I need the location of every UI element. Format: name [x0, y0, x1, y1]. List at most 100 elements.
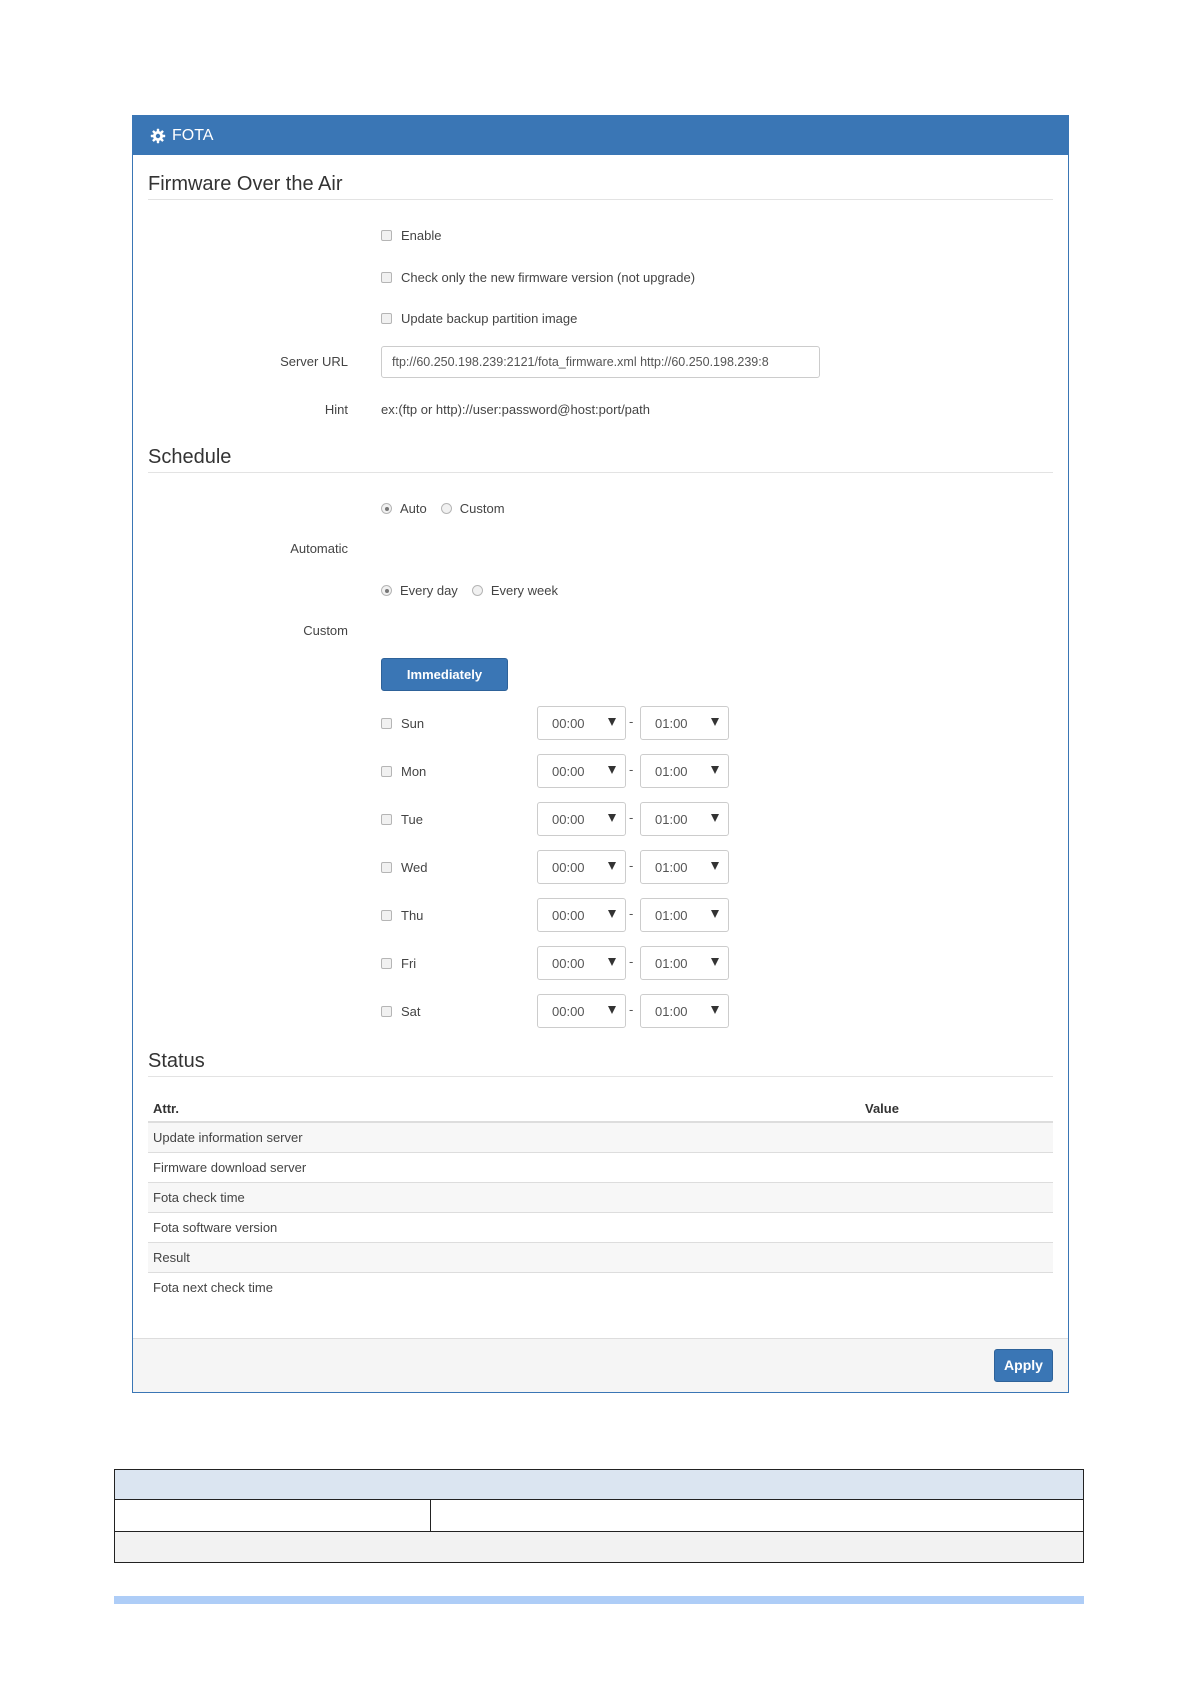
end-time-select[interactable]: 01:00 — [640, 946, 729, 980]
sat-checkbox[interactable]: Sat — [381, 994, 421, 1028]
every-day-radio[interactable] — [381, 585, 392, 596]
start-time-select[interactable]: 00:00 — [537, 706, 626, 740]
day-label: Sat — [401, 1003, 421, 1019]
day-row-thu: Thu 00:00 - 01:00 — [381, 898, 741, 932]
range-separator: - — [629, 762, 634, 777]
status-table: Attr. Value Update information server Fi… — [148, 1093, 1053, 1303]
day-row-wed: Wed 00:00 - 01:00 — [381, 850, 741, 884]
wed-checkbox[interactable]: Wed — [381, 850, 428, 884]
check-only-label: Check only the new firmware version (not… — [401, 270, 696, 285]
enable-checkbox[interactable]: Enable — [381, 228, 441, 243]
end-time-select[interactable]: 01:00 — [640, 754, 729, 788]
checkbox-box[interactable] — [381, 765, 392, 777]
day-label: Tue — [401, 811, 423, 827]
caret-down-icon — [711, 958, 719, 966]
section-divider — [148, 199, 1053, 200]
day-label: Sun — [401, 715, 425, 731]
end-time-value: 01:00 — [655, 1003, 688, 1019]
end-time-select[interactable]: 01:00 — [640, 802, 729, 836]
range-separator: - — [629, 954, 634, 969]
auto-label: Auto — [400, 501, 427, 516]
end-time-select[interactable]: 01:00 — [640, 898, 729, 932]
start-time-value: 00:00 — [552, 715, 585, 731]
backup-partition-label: Update backup partition image — [401, 311, 578, 326]
panel-footer: Apply — [133, 1338, 1068, 1392]
checkbox-box[interactable] — [381, 1005, 392, 1017]
schedule-section-title: Schedule — [148, 446, 232, 468]
caret-down-icon — [608, 814, 616, 822]
caret-down-icon — [711, 910, 719, 918]
day-row-sat: Sat 00:00 - 01:00 — [381, 994, 741, 1028]
start-time-select[interactable]: 00:00 — [537, 850, 626, 884]
table-row: Result — [148, 1243, 1053, 1273]
checkbox-box[interactable] — [381, 957, 392, 969]
caret-down-icon — [608, 1006, 616, 1014]
sun-checkbox[interactable]: Sun — [381, 706, 424, 740]
caret-down-icon — [711, 718, 719, 726]
day-row-fri: Fri 00:00 - 01:00 — [381, 946, 741, 980]
row-attr: Update information server — [153, 1130, 303, 1145]
checkbox-box[interactable] — [381, 861, 392, 873]
start-time-select[interactable]: 00:00 — [537, 994, 626, 1028]
custom-row-label: Custom — [303, 623, 348, 638]
day-row-tue: Tue 00:00 - 01:00 — [381, 802, 741, 836]
start-time-select[interactable]: 00:00 — [537, 946, 626, 980]
auto-radio[interactable] — [381, 503, 392, 514]
range-separator: - — [629, 714, 634, 729]
end-time-value: 01:00 — [655, 811, 688, 827]
fri-checkbox[interactable]: Fri — [381, 946, 416, 980]
checkbox-box[interactable] — [381, 717, 392, 729]
start-time-select[interactable]: 00:00 — [537, 754, 626, 788]
every-day-label: Every day — [400, 583, 458, 598]
thu-checkbox[interactable]: Thu — [381, 898, 423, 932]
end-time-select[interactable]: 01:00 — [640, 994, 729, 1028]
caret-down-icon — [711, 1006, 719, 1014]
day-row-sun: Sun 00:00 - 01:00 — [381, 706, 741, 740]
end-time-select[interactable]: 01:00 — [640, 850, 729, 884]
end-time-select[interactable]: 01:00 — [640, 706, 729, 740]
table-header-row — [115, 1470, 1083, 1500]
caret-down-icon — [608, 766, 616, 774]
frequency-group: Every day Every week — [381, 583, 558, 598]
row-attr: Fota next check time — [153, 1280, 273, 1295]
start-time-select[interactable]: 00:00 — [537, 898, 626, 932]
checkbox-box[interactable] — [381, 230, 392, 241]
col-value-header: Value — [865, 1101, 899, 1116]
start-time-select[interactable]: 00:00 — [537, 802, 626, 836]
day-row-mon: Mon 00:00 - 01:00 — [381, 754, 741, 788]
custom-label: Custom — [459, 501, 505, 516]
checkbox-box[interactable] — [381, 272, 392, 283]
immediately-button[interactable]: Immediately — [381, 658, 508, 691]
mon-checkbox[interactable]: Mon — [381, 754, 426, 788]
custom-radio[interactable] — [440, 503, 452, 514]
start-time-value: 00:00 — [552, 763, 585, 779]
tue-checkbox[interactable]: Tue — [381, 802, 423, 836]
start-time-value: 00:00 — [552, 955, 585, 971]
end-time-value: 01:00 — [655, 859, 688, 875]
day-label: Mon — [401, 763, 427, 779]
server-url-input[interactable] — [381, 346, 820, 378]
section-divider — [148, 1076, 1053, 1077]
checkbox-box[interactable] — [381, 813, 392, 825]
apply-button[interactable]: Apply — [994, 1349, 1053, 1382]
table-row — [115, 1532, 1083, 1562]
table-row: Firmware download server — [148, 1153, 1053, 1183]
document-table — [114, 1469, 1084, 1563]
checkbox-box[interactable] — [381, 909, 392, 921]
row-attr: Result — [153, 1250, 190, 1265]
server-url-label: Server URL — [280, 354, 348, 369]
checkbox-box[interactable] — [381, 313, 392, 324]
backup-partition-checkbox[interactable]: Update backup partition image — [381, 311, 577, 326]
table-row: Fota software version — [148, 1213, 1053, 1243]
check-only-checkbox[interactable]: Check only the new firmware version (not… — [381, 270, 695, 285]
caret-down-icon — [711, 766, 719, 774]
every-week-radio[interactable] — [471, 585, 483, 596]
caret-down-icon — [711, 862, 719, 870]
hint-label: Hint — [324, 402, 348, 417]
end-time-value: 01:00 — [655, 907, 688, 923]
day-label: Wed — [401, 859, 428, 875]
range-separator: - — [629, 810, 634, 825]
enable-label: Enable — [401, 228, 442, 243]
caret-down-icon — [608, 958, 616, 966]
every-week-label: Every week — [490, 583, 559, 598]
